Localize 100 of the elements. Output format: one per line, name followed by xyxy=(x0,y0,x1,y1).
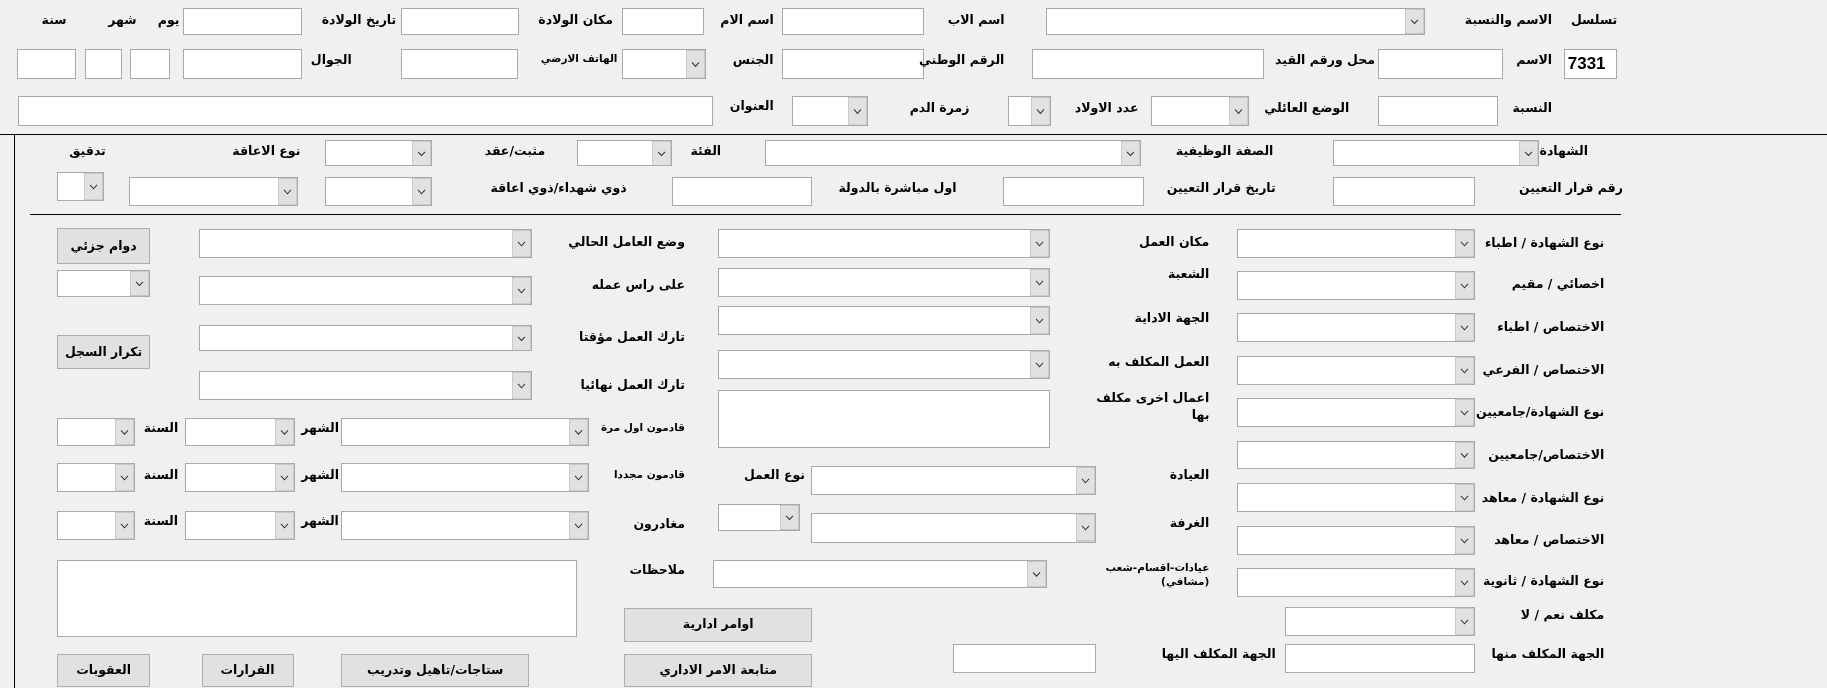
dropdown-field[interactable] xyxy=(1285,606,1475,636)
text-field[interactable] xyxy=(400,8,519,35)
dropdown-arrow-icon[interactable] xyxy=(1029,268,1049,296)
dropdown-field[interactable] xyxy=(713,560,1048,589)
dropdown-field[interactable] xyxy=(185,511,295,541)
text-field[interactable] xyxy=(1285,643,1475,673)
dropdown-field[interactable] xyxy=(325,176,433,206)
dropdown-arrow-icon[interactable] xyxy=(569,418,589,445)
text-field[interactable] xyxy=(953,643,1097,673)
dropdown-arrow-icon[interactable] xyxy=(1229,96,1249,125)
dropdown-field[interactable] xyxy=(1237,526,1475,556)
dropdown-field[interactable] xyxy=(185,417,295,446)
dropdown-arrow-icon[interactable] xyxy=(274,418,294,445)
field-label: الجنس xyxy=(731,52,774,70)
text-field[interactable] xyxy=(1032,48,1265,80)
text-field[interactable] xyxy=(1378,95,1499,126)
text-field[interactable] xyxy=(17,95,714,126)
dropdown-field[interactable] xyxy=(1237,483,1475,513)
text-field[interactable] xyxy=(672,176,812,206)
dropdown-field[interactable] xyxy=(717,267,1050,297)
action-button[interactable]: ستاجات/تاهيل وتدريب xyxy=(341,654,529,687)
dropdown-arrow-icon[interactable] xyxy=(1455,442,1474,469)
text-field[interactable] xyxy=(182,48,302,80)
dropdown-arrow-icon[interactable] xyxy=(686,49,705,79)
dropdown-arrow-icon[interactable] xyxy=(115,418,135,445)
dropdown-field[interactable] xyxy=(622,48,706,80)
text-field[interactable] xyxy=(622,8,704,35)
dropdown-field[interactable] xyxy=(717,229,1050,259)
dropdown-field[interactable] xyxy=(341,463,590,493)
text-field[interactable] xyxy=(85,48,123,80)
dropdown-field[interactable] xyxy=(341,511,590,541)
dropdown-arrow-icon[interactable] xyxy=(274,512,294,540)
text-field[interactable] xyxy=(782,8,925,35)
dropdown-field[interactable] xyxy=(765,139,1141,167)
dropdown-arrow-icon[interactable] xyxy=(1027,561,1047,588)
field-label: نوع الاعاقة xyxy=(231,143,301,161)
action-button[interactable]: القرارات xyxy=(201,654,294,687)
text-area[interactable] xyxy=(717,389,1050,449)
dropdown-field[interactable] xyxy=(56,511,135,541)
dropdown-field[interactable] xyxy=(1151,95,1250,126)
field-label: على راس عمله xyxy=(590,276,685,294)
text-field[interactable] xyxy=(17,48,76,80)
dropdown-arrow-icon[interactable] xyxy=(1029,230,1049,258)
dropdown-arrow-icon[interactable] xyxy=(1454,607,1474,635)
dropdown-arrow-icon[interactable] xyxy=(83,173,103,201)
action-button[interactable]: دوام جزئي xyxy=(57,227,151,265)
dropdown-field[interactable] xyxy=(810,513,1097,543)
dropdown-field[interactable] xyxy=(324,139,433,167)
dropdown-field[interactable] xyxy=(792,95,869,126)
dropdown-field[interactable] xyxy=(199,229,533,259)
dropdown-field[interactable] xyxy=(199,275,533,305)
text-field[interactable] xyxy=(400,48,519,80)
dropdown-field[interactable] xyxy=(1237,313,1475,343)
dropdown-field[interactable] xyxy=(341,417,590,446)
dropdown-arrow-icon[interactable] xyxy=(1029,351,1049,379)
action-button[interactable]: تكرار السجل xyxy=(57,335,151,369)
field-label: الشهر xyxy=(299,513,339,531)
dropdown-arrow-icon[interactable] xyxy=(1031,96,1051,125)
field-label: قادمون مجددا xyxy=(612,466,685,482)
dropdown-arrow-icon[interactable] xyxy=(274,464,294,492)
text-field[interactable] xyxy=(1003,176,1145,206)
field-label: الشهر xyxy=(299,466,339,484)
dropdown-arrow-icon[interactable] xyxy=(1029,307,1049,335)
field-label: شهر xyxy=(106,11,137,29)
text-field[interactable] xyxy=(1378,48,1504,80)
dropdown-field[interactable] xyxy=(1237,229,1475,259)
dropdown-field[interactable] xyxy=(717,504,801,531)
dropdown-field[interactable] xyxy=(1237,441,1475,470)
action-button[interactable]: العقوبات xyxy=(57,654,151,687)
dropdown-field[interactable] xyxy=(129,176,299,206)
dropdown-field[interactable] xyxy=(1237,398,1475,428)
text-field[interactable] xyxy=(1332,176,1475,206)
dropdown-field[interactable] xyxy=(57,463,136,493)
dropdown-field[interactable] xyxy=(199,371,533,401)
text-field[interactable] xyxy=(183,8,302,35)
dropdown-field[interactable] xyxy=(185,463,295,493)
field-label: الرقم الوطني xyxy=(917,52,1005,70)
text-field[interactable]: 7331 xyxy=(1563,48,1618,80)
dropdown-arrow-icon[interactable] xyxy=(1120,140,1140,166)
dropdown-field[interactable] xyxy=(1237,568,1475,598)
dropdown-field[interactable] xyxy=(1237,271,1476,301)
dropdown-field[interactable] xyxy=(1332,139,1539,167)
dropdown-field[interactable] xyxy=(57,417,136,446)
dropdown-field[interactable] xyxy=(1046,8,1426,35)
dropdown-field[interactable] xyxy=(576,139,673,167)
action-button[interactable]: اوامر ادارية xyxy=(624,607,812,642)
dropdown-field[interactable] xyxy=(1007,95,1052,126)
field-label: قادمون اول مرة xyxy=(599,420,685,436)
field-label: السنة xyxy=(142,513,179,531)
text-field[interactable] xyxy=(130,48,171,80)
dropdown-field[interactable] xyxy=(810,465,1097,495)
text-area[interactable] xyxy=(56,560,577,637)
dropdown-field[interactable] xyxy=(57,172,104,202)
dropdown-field[interactable] xyxy=(1237,356,1475,386)
dropdown-field[interactable] xyxy=(717,350,1050,380)
dropdown-field[interactable] xyxy=(57,269,151,297)
dropdown-field[interactable] xyxy=(199,324,533,352)
dropdown-arrow-icon[interactable] xyxy=(848,96,868,125)
action-button[interactable]: متابعة الامر الاداري xyxy=(624,654,813,687)
dropdown-field[interactable] xyxy=(717,306,1050,336)
